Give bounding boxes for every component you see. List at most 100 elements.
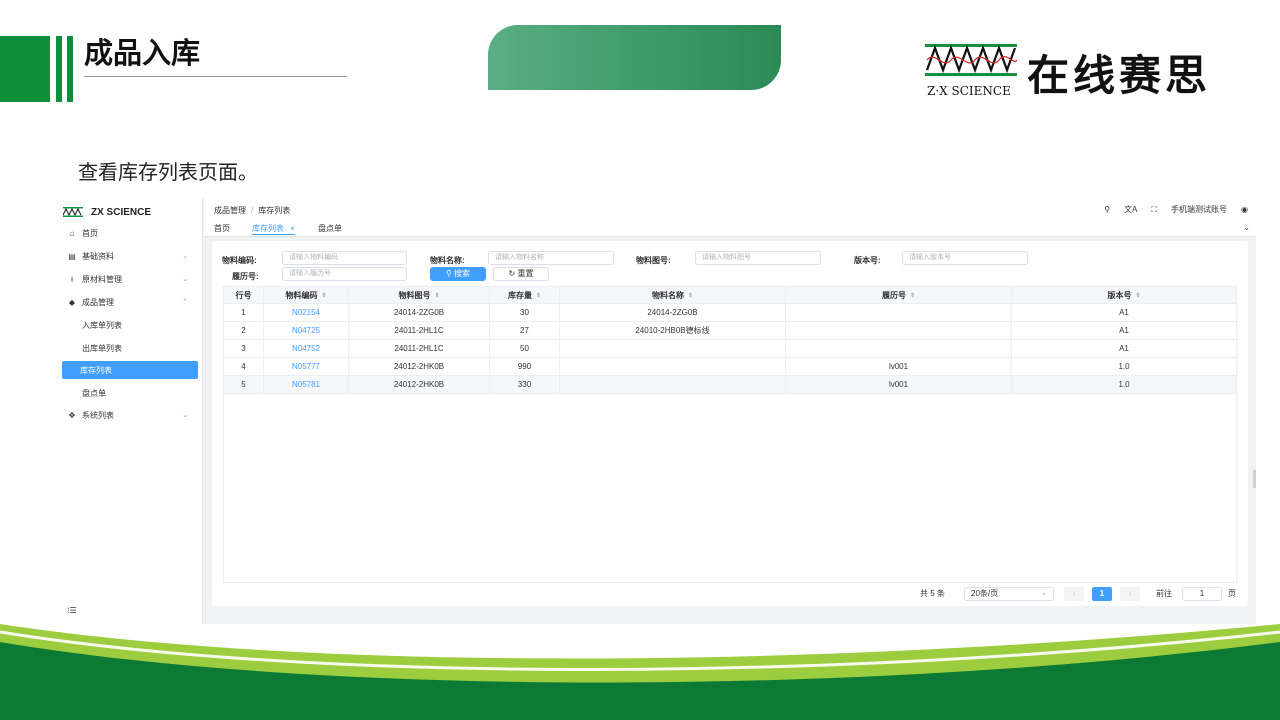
title-underline bbox=[84, 76, 347, 77]
resume-input[interactable]: 请输入履历号 bbox=[282, 267, 407, 281]
sidebar-item-inventory-list[interactable]: 库存列表 bbox=[62, 361, 198, 379]
material-code-input[interactable]: 请输入物料编码 bbox=[282, 251, 407, 265]
settings-icon[interactable]: ◉ bbox=[1241, 205, 1248, 214]
breadcrumb: 成品管理 / 库存列表 bbox=[214, 205, 290, 216]
prev-page-button[interactable]: ‹ bbox=[1064, 587, 1084, 601]
cell-stock-qty: 50 bbox=[490, 340, 560, 357]
cube-icon: ◆ bbox=[68, 297, 76, 307]
column-header-material-drawing[interactable]: 物料图号 ⇕ bbox=[349, 287, 490, 303]
column-header-material-code[interactable]: 物料编码 ⇕ bbox=[264, 287, 349, 303]
sort-icon[interactable]: ⇕ bbox=[688, 292, 693, 299]
page-number-button[interactable]: 1 bbox=[1092, 587, 1112, 601]
sidebar-item-label: 基础资料 bbox=[82, 251, 114, 261]
cell-material-code[interactable]: N05781 bbox=[264, 376, 349, 393]
translate-icon[interactable]: 文A bbox=[1124, 204, 1137, 215]
sidebar-item-label: 盘点单 bbox=[82, 388, 106, 398]
next-page-button[interactable]: › bbox=[1120, 587, 1140, 601]
tab-stocktake[interactable]: 盘点单 bbox=[318, 223, 342, 235]
sidebar-item-inbound-list[interactable]: 入库单列表 bbox=[62, 316, 198, 334]
bottom-wave-decor bbox=[0, 624, 1280, 720]
tabs-bar: 首页 库存列表 × 盘点单 ⌄ bbox=[204, 221, 1256, 237]
sort-icon[interactable]: ⇕ bbox=[321, 292, 326, 299]
cell-material-code[interactable]: N04725 bbox=[264, 322, 349, 339]
tab-inventory-list[interactable]: 库存列表 × bbox=[252, 223, 295, 235]
cell-row-no: 4 bbox=[224, 358, 264, 375]
sidebar-item-label: 首页 bbox=[82, 228, 98, 238]
sidebar-item-label: 库存列表 bbox=[80, 365, 112, 375]
slide-subtitle: 查看库存列表页面。 bbox=[78, 160, 258, 184]
cell-resume-no: lv001 bbox=[786, 358, 1012, 375]
cell-version: A1 bbox=[1119, 308, 1129, 317]
cell-resume-no bbox=[786, 340, 1012, 357]
cell-resume-no bbox=[786, 322, 1012, 339]
cell-version: A1 bbox=[1119, 344, 1129, 353]
material-drawing-input[interactable]: 请输入物料图号 bbox=[695, 251, 821, 265]
cell-material-code[interactable]: N02154 bbox=[264, 304, 349, 321]
cell-version: 1.0 bbox=[1118, 362, 1130, 371]
cell-material-name bbox=[560, 376, 786, 393]
table-row[interactable]: 2 N04725 24011-2HL1C 27 24010-2HB0B德标线 A1 bbox=[224, 322, 1236, 340]
sort-icon[interactable]: ⇕ bbox=[1135, 292, 1140, 299]
breadcrumb-parent[interactable]: 成品管理 bbox=[214, 206, 246, 215]
account-name[interactable]: 手机端测试账号 bbox=[1171, 204, 1227, 215]
cell-material-drawing: 24012-2HK0B bbox=[349, 358, 490, 375]
column-header-row-no: 行号 bbox=[224, 287, 264, 303]
table-row[interactable]: 3 N04752 24011-2HL1C 50 A1 bbox=[224, 340, 1236, 358]
cell-stock-qty: 990 bbox=[490, 358, 560, 375]
cell-material-name bbox=[560, 340, 786, 357]
scrollbar[interactable] bbox=[1253, 470, 1256, 488]
version-input[interactable]: 请输入版本号 bbox=[902, 251, 1028, 265]
chevron-down-icon[interactable]: ⌄ bbox=[1243, 223, 1250, 232]
cell-material-drawing: 24014-2ZG0B bbox=[349, 304, 490, 321]
breadcrumb-current: 库存列表 bbox=[258, 206, 291, 215]
sidebar-item-finished-goods[interactable]: ◆ 成品管理 ⌃ bbox=[62, 293, 198, 311]
column-header-stock-qty[interactable]: 库存量 ⇕ bbox=[490, 287, 560, 303]
column-header-material-name[interactable]: 物料名称 ⇕ bbox=[560, 287, 786, 303]
column-header-version[interactable]: 版本号 ⇕ bbox=[1012, 287, 1236, 303]
cell-version: A1 bbox=[1119, 326, 1129, 335]
cell-material-drawing: 24011-2HL1C bbox=[349, 322, 490, 339]
sidebar-item-outbound-list[interactable]: 出库单列表 bbox=[62, 339, 198, 357]
search-icon[interactable]: ⚲ bbox=[1104, 205, 1110, 214]
home-icon: ⌂ bbox=[69, 228, 75, 238]
reset-button-label: 重置 bbox=[517, 269, 534, 278]
close-icon[interactable]: × bbox=[290, 224, 295, 233]
sidebar-item-label: 出库单列表 bbox=[82, 343, 122, 353]
tab-home[interactable]: 首页 bbox=[214, 223, 230, 235]
sidebar-item-stocktake[interactable]: 盘点单 bbox=[62, 384, 198, 402]
cell-row-no: 5 bbox=[224, 376, 264, 393]
decor-green-tab bbox=[488, 25, 781, 90]
cell-material-code[interactable]: N04752 bbox=[264, 340, 349, 357]
decor-green-block bbox=[0, 36, 50, 102]
sidebar-item-basic-data[interactable]: ▤ 基础资料 ⌄ bbox=[62, 247, 198, 265]
sidebar-item-raw-materials[interactable]: ᚼ 原材料管理 ⌄ bbox=[62, 270, 198, 288]
sidebar-item-system[interactable]: ✥ 系统列表 ⌄ bbox=[62, 406, 198, 424]
sidebar: ZX SCIENCE ⌂ 首页 ▤ 基础资料 ⌄ ᚼ 原材料管理 ⌄ ◆ 成品管… bbox=[57, 198, 203, 624]
sort-icon[interactable]: ⇕ bbox=[536, 292, 541, 299]
sort-icon[interactable]: ⇕ bbox=[434, 292, 439, 299]
inventory-table: 行号 物料编码 ⇕ 物料图号 ⇕ 库存量 ⇕ 物料名称 ⇕ 履历号 ⇕ 版本号 ⇕ 1 N02… bbox=[223, 286, 1237, 583]
cell-material-drawing: 24012-2HK0B bbox=[349, 376, 490, 393]
table-row[interactable]: 4 N05777 24012-2HK0B 990 lv001 1.0 bbox=[224, 358, 1236, 376]
table-row[interactable]: 5 N05781 24012-2HK0B 330 lv001 1.0 bbox=[224, 376, 1236, 394]
search-button[interactable]: ⚲ 搜索 bbox=[430, 267, 486, 281]
material-name-input[interactable]: 请输入物料名称 bbox=[488, 251, 614, 265]
page-size-select[interactable]: 20条/页 ⌄ bbox=[964, 587, 1054, 601]
chevron-down-icon: ⌄ bbox=[1041, 590, 1047, 597]
cell-resume-no: lv001 bbox=[786, 376, 1012, 393]
goto-page-input[interactable]: 1 bbox=[1182, 587, 1222, 601]
reset-button[interactable]: ↻ 重置 bbox=[493, 267, 549, 281]
column-header-resume-no[interactable]: 履历号 ⇕ bbox=[786, 287, 1012, 303]
sine-wave-logo-icon bbox=[925, 44, 1017, 76]
cell-material-code[interactable]: N05777 bbox=[264, 358, 349, 375]
brand-name: ZX SCIENCE bbox=[91, 206, 152, 218]
cell-material-name: 24010-2HB0B德标线 bbox=[560, 322, 786, 339]
sort-icon[interactable]: ⇕ bbox=[910, 292, 915, 299]
top-bar: 成品管理 / 库存列表 ⚲ 文A ⛶ 手机端测试账号 ◉ bbox=[204, 198, 1256, 221]
tab-label: 首页 bbox=[214, 224, 230, 233]
table-row[interactable]: 1 N02154 24014-2ZG0B 30 24014-2ZG0B A1 bbox=[224, 304, 1236, 322]
fullscreen-icon[interactable]: ⛶ bbox=[1151, 205, 1157, 215]
sidebar-item-home[interactable]: ⌂ 首页 bbox=[62, 224, 198, 242]
tab-label: 盘点单 bbox=[318, 224, 342, 233]
filter-label-version: 版本号: bbox=[854, 256, 881, 265]
